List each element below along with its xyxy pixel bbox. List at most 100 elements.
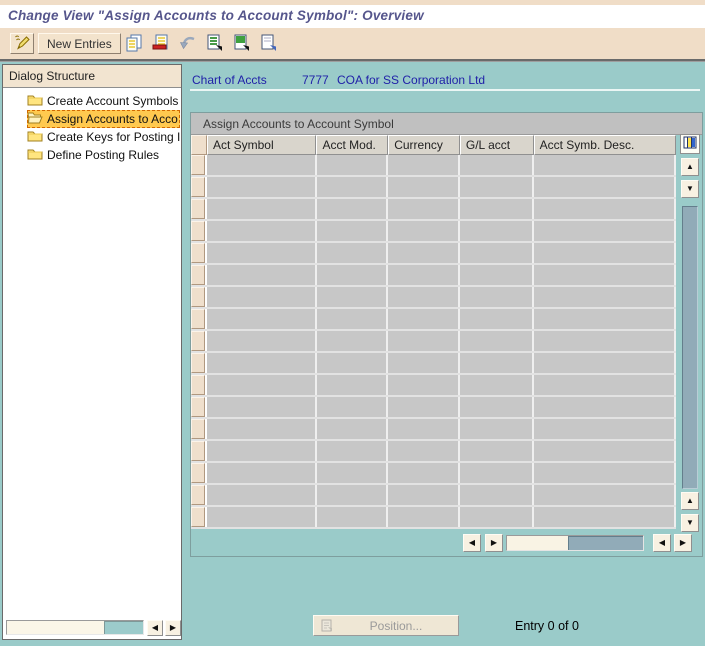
table-cell[interactable] [316,243,389,263]
scroll-left-button[interactable]: ◀ [147,620,163,636]
scroll-right-button[interactable]: ▶ [674,534,692,552]
table-cell[interactable] [388,485,460,505]
table-cell[interactable] [206,441,317,461]
scroll-down-button[interactable]: ▼ [681,180,699,198]
table-cell[interactable] [388,375,460,395]
table-cell[interactable] [459,177,534,197]
table-cell[interactable] [388,463,460,483]
table-cell[interactable] [459,199,534,219]
table-cell[interactable] [206,155,317,175]
scroll-up-button[interactable]: ▲ [681,492,699,510]
row-selector[interactable] [191,463,205,483]
table-cell[interactable] [533,397,677,417]
change-display-toggle-button[interactable] [10,33,34,54]
table-cell[interactable] [459,419,534,439]
row-selector[interactable] [191,397,205,417]
table-cell[interactable] [316,309,389,329]
column-header-act-symbol[interactable]: Act Symbol [206,135,317,155]
table-cell[interactable] [316,199,389,219]
table-cell[interactable] [533,155,677,175]
scroll-up-button[interactable]: ▲ [681,158,699,176]
table-cell[interactable] [533,353,677,373]
table-cell[interactable] [459,243,534,263]
table-cell[interactable] [316,441,389,461]
table-cell[interactable] [206,331,317,351]
table-cell[interactable] [388,419,460,439]
column-header-acct-mod[interactable]: Acct Mod. [316,135,389,155]
row-selector[interactable] [191,375,205,395]
table-cell[interactable] [533,199,677,219]
table-cell[interactable] [316,353,389,373]
table-cell[interactable] [316,397,389,417]
row-selector[interactable] [191,155,205,175]
table-cell[interactable] [388,397,460,417]
table-cell[interactable] [316,265,389,285]
table-cell[interactable] [388,353,460,373]
table-cell[interactable] [206,419,317,439]
horizontal-scrollbar-thumb[interactable] [568,536,643,550]
undo-change-button[interactable] [177,34,198,55]
table-cell[interactable] [316,463,389,483]
new-entries-button[interactable]: New Entries [38,33,121,54]
row-selector[interactable] [191,309,205,329]
row-selector[interactable] [191,419,205,439]
copy-entry-button[interactable] [123,34,144,55]
table-cell[interactable] [459,353,534,373]
table-cell[interactable] [206,309,317,329]
table-cell[interactable] [533,309,677,329]
table-cell[interactable] [459,155,534,175]
scroll-down-button[interactable]: ▼ [681,514,699,532]
table-cell[interactable] [316,507,389,527]
row-selector[interactable] [191,331,205,351]
select-all-button[interactable] [203,34,224,55]
table-cell[interactable] [388,155,460,175]
row-selector[interactable] [191,177,205,197]
row-selector[interactable] [191,287,205,307]
scroll-left-button[interactable]: ◀ [463,534,481,552]
table-cell[interactable] [388,287,460,307]
row-selector[interactable] [191,265,205,285]
table-cell[interactable] [316,331,389,351]
scrollbar-track[interactable] [6,620,144,635]
column-header-gl-acct[interactable]: G/L acct [459,135,534,155]
table-settings-button[interactable] [680,134,700,154]
delete-entry-button[interactable] [150,34,171,55]
table-cell[interactable] [206,375,317,395]
table-cell[interactable] [206,243,317,263]
row-selector[interactable] [191,507,205,527]
scroll-left-button[interactable]: ◀ [653,534,671,552]
table-cell[interactable] [459,221,534,241]
row-selector[interactable] [191,221,205,241]
table-cell[interactable] [316,155,389,175]
row-selector[interactable] [191,199,205,219]
table-cell[interactable] [459,441,534,461]
table-cell[interactable] [459,397,534,417]
tree-item-create-keys[interactable]: Create Keys for Posting I [27,128,180,146]
table-cell[interactable] [206,353,317,373]
table-cell[interactable] [388,265,460,285]
horizontal-scrollbar-track[interactable] [506,535,644,551]
table-cell[interactable] [206,177,317,197]
tree-item-assign-accounts[interactable]: Assign Accounts to Acco [27,110,180,128]
table-cell[interactable] [206,199,317,219]
table-cell[interactable] [459,309,534,329]
deselect-all-button[interactable] [257,34,278,55]
select-block-button[interactable] [230,34,251,55]
scroll-right-button[interactable]: ▶ [165,620,181,636]
row-selector[interactable] [191,243,205,263]
table-cell[interactable] [533,375,677,395]
row-selector[interactable] [191,353,205,373]
table-cell[interactable] [533,265,677,285]
column-header-currency[interactable]: Currency [388,135,460,155]
tree-item-define-posting-rules[interactable]: Define Posting Rules [27,146,159,164]
table-cell[interactable] [316,485,389,505]
table-cell[interactable] [533,221,677,241]
table-cell[interactable] [316,375,389,395]
table-cell[interactable] [533,463,677,483]
table-cell[interactable] [533,287,677,307]
scrollbar-thumb[interactable] [104,621,143,634]
table-cell[interactable] [206,463,317,483]
select-all-column-header[interactable] [191,135,207,155]
table-cell[interactable] [388,309,460,329]
table-cell[interactable] [388,507,460,527]
